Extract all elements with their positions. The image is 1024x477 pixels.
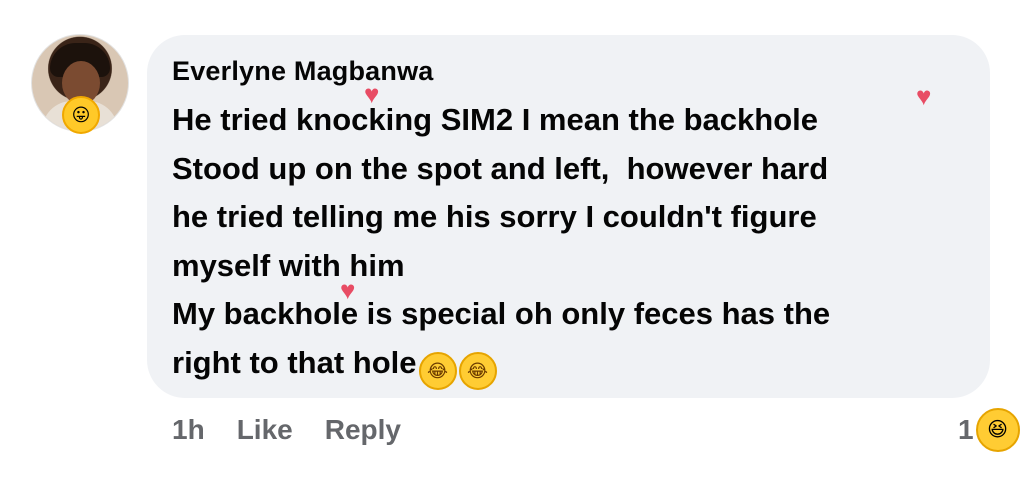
heart-sticker: ♥ — [340, 275, 356, 305]
reaction-count: 1 — [958, 414, 974, 445]
laughing-reaction-icon: 😆 — [975, 408, 1020, 452]
comment-author-name[interactable]: Everlyne Magbanwa — [172, 56, 434, 87]
like-button[interactable]: Like — [237, 414, 293, 446]
heart-sticker: ♥ — [364, 79, 380, 109]
laughing-emoji-2: 😂 — [458, 351, 497, 390]
comment-text: He tried knocking SIM2 I mean the backho… — [172, 96, 972, 390]
comment-actions: 1h Like Reply — [172, 414, 401, 446]
laughing-emoji-1: 😂 — [418, 351, 457, 390]
comment-body: He tried knocking SIM2 I mean the backho… — [172, 102, 831, 380]
comment-timestamp[interactable]: 1h — [172, 414, 205, 446]
avatar-emoji-badge: 😛 — [62, 96, 100, 134]
heart-sticker: ♥ — [916, 81, 932, 111]
reaction-summary[interactable]: 1 😆 — [958, 408, 1020, 452]
reply-button[interactable]: Reply — [325, 414, 401, 446]
